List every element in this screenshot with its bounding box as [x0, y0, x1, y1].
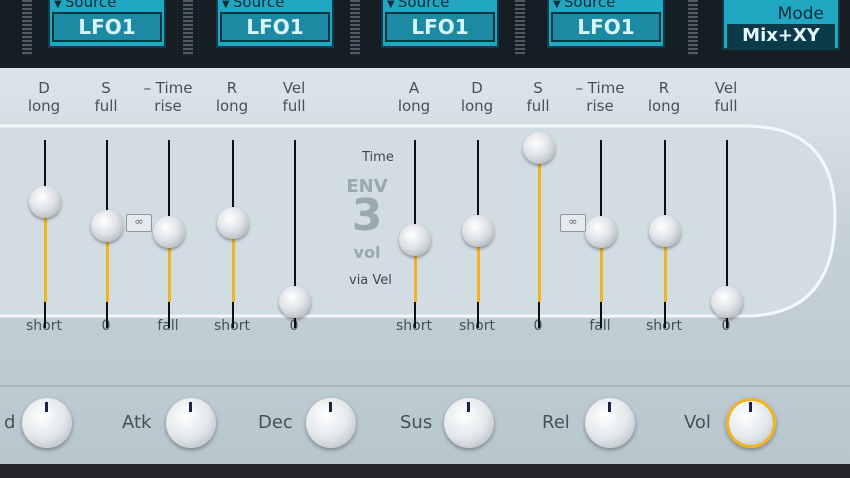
knob-pointer — [467, 402, 470, 412]
slider-header: D long — [14, 79, 74, 115]
source-selector[interactable]: Source LFO1 — [381, 0, 499, 48]
slider-fill — [538, 158, 541, 302]
slider-header: D long — [447, 79, 507, 115]
slider-header: – Time rise — [138, 79, 198, 115]
knob-pointer — [329, 402, 332, 412]
slider-fill — [477, 240, 480, 302]
knob-label: Atk — [122, 412, 152, 433]
slider-param-label: R — [658, 79, 670, 97]
slider-header: – Time rise — [570, 79, 630, 115]
r-right-slider-thumb[interactable] — [649, 214, 681, 247]
source-value[interactable]: LFO1 — [220, 12, 330, 42]
slider-max-label: full — [714, 97, 738, 115]
slider-param-label: A — [408, 79, 420, 97]
source-value[interactable]: LFO1 — [551, 12, 661, 42]
slider-param-label: Vel — [714, 79, 738, 97]
top-bar: Source LFO1 Source LFO1 Source LFO1 Sour… — [0, 0, 850, 68]
env-target: vol — [353, 243, 381, 262]
env-time-label: Time — [362, 150, 394, 165]
slider-max-label: long — [397, 97, 431, 115]
grip-handle — [515, 0, 525, 56]
decay-knob[interactable] — [306, 398, 356, 448]
slider-header: A long — [384, 79, 444, 115]
bottom-strip — [0, 464, 850, 478]
knob-label: d — [4, 412, 16, 433]
slider-header: Vel full — [696, 79, 756, 115]
sustain-knob[interactable] — [444, 398, 494, 448]
slider-param-label: – Time — [575, 79, 625, 97]
link-icon[interactable]: ∞ — [560, 214, 586, 232]
slider-param-label: S — [533, 79, 543, 97]
slider-param-label: D — [38, 79, 50, 97]
slider-param-label: Vel — [282, 79, 306, 97]
mode-label: Mode — [777, 4, 824, 24]
source-selector[interactable]: Source LFO1 — [547, 0, 665, 48]
slider-fill — [232, 232, 235, 302]
slider-fill — [664, 240, 667, 302]
envelope-panel: D long S full – Time rise R long Vel ful… — [0, 68, 850, 464]
grip-handle — [183, 0, 193, 56]
slider-fill — [44, 211, 47, 302]
slider-max-label: long — [27, 97, 61, 115]
slider-param-label: D — [471, 79, 483, 97]
d-right-slider-thumb[interactable] — [462, 214, 494, 247]
slider-header: R long — [202, 79, 262, 115]
slider-max-label: long — [215, 97, 249, 115]
velocity-knob[interactable] — [22, 398, 72, 448]
vel-right-slider-thumb[interactable] — [711, 286, 743, 318]
attack-knob[interactable] — [166, 398, 216, 448]
slider-fill — [168, 242, 171, 302]
slider-header: Vel full — [264, 79, 324, 115]
knob-label: Vol — [684, 412, 711, 433]
source-value[interactable]: LFO1 — [385, 12, 495, 42]
slider-param-label: R — [226, 79, 238, 97]
slider-fill — [414, 250, 417, 302]
knob-pointer — [45, 402, 48, 412]
slider-fill — [106, 235, 109, 302]
slider-header: S full — [76, 79, 136, 115]
grip-handle — [688, 0, 698, 56]
source-value[interactable]: LFO1 — [52, 12, 162, 42]
slider-param-label: S — [101, 79, 111, 97]
slider-header: S full — [508, 79, 568, 115]
source-selector[interactable]: Source LFO1 — [48, 0, 166, 48]
slider-max-label: long — [647, 97, 681, 115]
release-knob[interactable] — [585, 398, 635, 448]
knob-label: Rel — [542, 412, 570, 433]
knob-label: Dec — [258, 412, 293, 433]
env-via-vel-label: via Vel — [349, 273, 392, 288]
slider-max-label: long — [460, 97, 494, 115]
knob-pointer — [608, 402, 611, 412]
d-left-slider-thumb[interactable] — [29, 185, 61, 218]
grip-handle — [350, 0, 360, 56]
slider-max-label: full — [282, 97, 306, 115]
slider-max-label: full — [94, 97, 118, 115]
slider-max-label: rise — [154, 97, 182, 115]
r-left-slider-thumb[interactable] — [217, 206, 249, 239]
volume-knob[interactable] — [726, 398, 776, 448]
slider-max-label: full — [526, 97, 550, 115]
mode-selector[interactable]: Mode Mix+XY — [722, 0, 840, 50]
slider-fill — [600, 242, 603, 302]
link-icon[interactable]: ∞ — [126, 214, 152, 232]
slider-header: R long — [634, 79, 694, 115]
slider-frame — [0, 124, 850, 387]
grip-handle — [22, 0, 32, 56]
s-right-slider-thumb[interactable] — [523, 132, 555, 165]
knob-pointer — [749, 402, 752, 412]
env-number: 3 — [351, 190, 383, 241]
knob-label: Sus — [400, 412, 433, 433]
knob-pointer — [189, 402, 192, 412]
mode-value[interactable]: Mix+XY — [727, 24, 835, 48]
vel-left-slider-thumb[interactable] — [279, 286, 311, 318]
s-left-slider-thumb[interactable] — [91, 209, 123, 242]
slider-param-label: – Time — [143, 79, 193, 97]
source-selector[interactable]: Source LFO1 — [216, 0, 334, 48]
slider-max-label: rise — [586, 97, 614, 115]
